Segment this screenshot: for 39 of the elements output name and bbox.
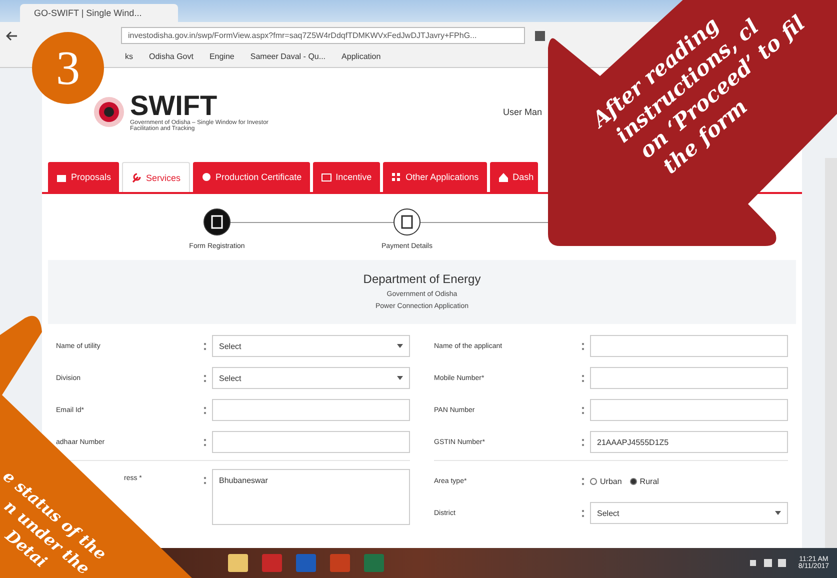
caret-icon (775, 511, 781, 515)
grid-icon (390, 172, 402, 182)
text-input-field[interactable] (590, 335, 788, 357)
target-logo-icon (92, 95, 126, 129)
nav-tab[interactable]: Proposals (48, 162, 120, 192)
select-dropdown[interactable]: Select (212, 335, 410, 357)
text-input-field[interactable] (212, 431, 410, 453)
text-input-field[interactable] (590, 367, 788, 389)
bookmark-link[interactable]: Odisha Govt (149, 52, 194, 61)
browser-tab[interactable]: GO-SWIFT | Single Wind... (20, 4, 178, 22)
address-bar[interactable]: investodisha.gov.in/swp/FormView.aspx?fmr=saq7Z5W4rDdqfTDMKWVxFedJwDJTJavry+FPhG... (121, 27, 525, 44)
radio-option[interactable]: Rural (630, 476, 659, 486)
caret-icon (397, 376, 403, 380)
select-dropdown[interactable]: Select (590, 502, 788, 524)
department-title: Department of Energy (363, 272, 481, 286)
home-icon (498, 172, 509, 182)
card-icon (320, 172, 332, 182)
app-icon[interactable] (225, 552, 251, 574)
bookmark-link[interactable]: Sameer Daval - Qu... (250, 52, 326, 61)
back-icon[interactable] (6, 30, 18, 40)
nav-tab[interactable]: Services (122, 162, 190, 192)
radio-option[interactable]: Urban (590, 476, 622, 486)
bookmark-link[interactable]: Application (342, 52, 381, 61)
nav-tab[interactable]: Dash (490, 162, 538, 192)
nav-tab[interactable]: Other Applications (382, 162, 487, 192)
nav-tab[interactable]: Production Certificate (192, 162, 310, 192)
select-dropdown[interactable]: Select (212, 367, 410, 389)
textarea-field[interactable]: Bhubaneswar (212, 469, 410, 525)
text-input-field[interactable]: 21AAAPJ4555D1Z5 (590, 431, 788, 453)
text-input-field[interactable] (212, 399, 410, 421)
bookmark-link[interactable]: Engine (209, 52, 234, 61)
bookmark-link[interactable]: ks (125, 52, 133, 61)
caret-icon (397, 344, 403, 348)
nav-tab[interactable]: Incentive (312, 162, 380, 192)
wrench-icon (131, 172, 142, 183)
logo-text: SWIFT (130, 92, 218, 120)
user-manual-link[interactable]: User Man (502, 107, 542, 117)
text-input-field[interactable] (590, 399, 788, 421)
scrollbar[interactable] (825, 158, 837, 548)
